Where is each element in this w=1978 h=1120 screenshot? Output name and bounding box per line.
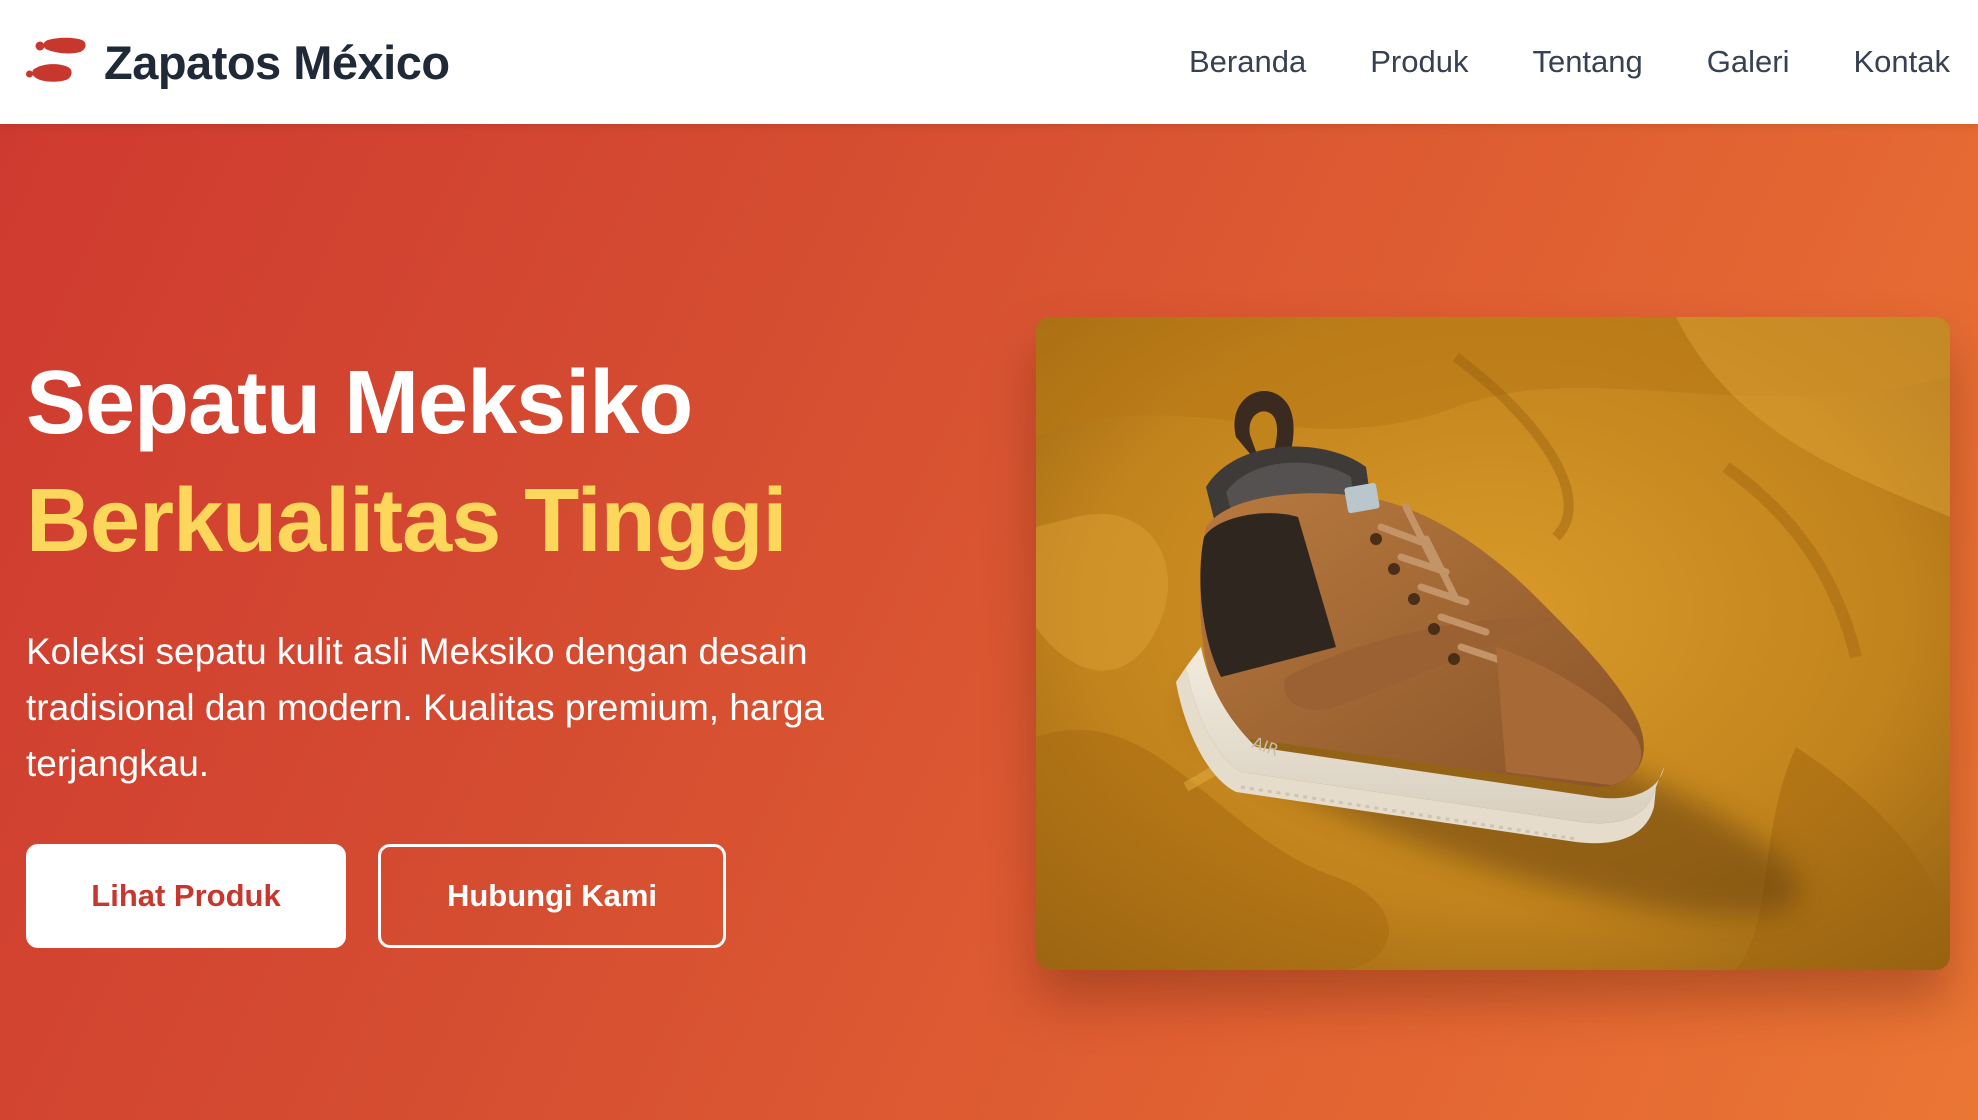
hero-title-line-1: Sepatu Meksiko [26,353,693,453]
brand-link[interactable]: Zapatos México [26,35,450,90]
nav-link-produk[interactable]: Produk [1370,44,1468,80]
site-header: Zapatos México Beranda Produk Tentang Ga… [0,0,1978,124]
hero-text-block: Sepatu Meksiko Berkualitas Tinggi Koleks… [26,344,926,948]
view-products-button[interactable]: Lihat Produk [26,844,346,948]
footprints-icon [26,37,86,82]
sneaker-illustration: AIR [1036,317,1950,970]
hero-product-image: AIR [1036,317,1950,970]
hero-title: Sepatu Meksiko Berkualitas Tinggi [26,344,926,580]
nav-link-tentang[interactable]: Tentang [1532,44,1642,80]
hero-description: Koleksi sepatu kulit asli Meksiko dengan… [26,631,824,784]
nav-link-galeri[interactable]: Galeri [1707,44,1790,80]
contact-us-button[interactable]: Hubungi Kami [378,844,726,948]
nav-link-kontak[interactable]: Kontak [1853,44,1950,80]
brand-name: Zapatos México [104,35,450,89]
hero-section: Sepatu Meksiko Berkualitas Tinggi Koleks… [0,124,1978,1120]
nav-link-beranda[interactable]: Beranda [1189,44,1306,80]
hero-actions: Lihat Produk Hubungi Kami [26,844,926,948]
main-nav: Beranda Produk Tentang Galeri Kontak [1189,44,1950,80]
hero-title-highlight: Berkualitas Tinggi [26,471,788,571]
